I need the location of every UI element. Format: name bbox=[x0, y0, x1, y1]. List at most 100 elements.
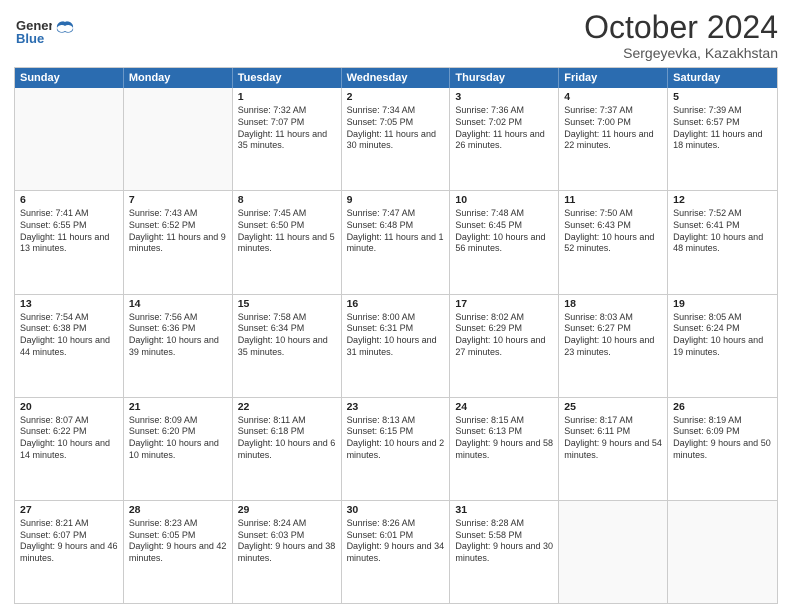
daylight: Daylight: 11 hours and 22 minutes. bbox=[564, 129, 662, 152]
sunset: Sunset: 7:07 PM bbox=[238, 117, 336, 129]
sunrise: Sunrise: 8:15 AM bbox=[455, 415, 553, 427]
sunrise: Sunrise: 8:00 AM bbox=[347, 312, 445, 324]
sunset: Sunset: 6:03 PM bbox=[238, 530, 336, 542]
calendar-cell: 10 Sunrise: 7:48 AMSunset: 6:45 PMDayligh… bbox=[450, 191, 559, 293]
sunset: Sunset: 6:50 PM bbox=[238, 220, 336, 232]
daylight: Daylight: 10 hours and 23 minutes. bbox=[564, 335, 662, 358]
calendar-cell: 29Sunrise: 8:24 AMSunset: 6:03 PMDayligh… bbox=[233, 501, 342, 603]
daylight: Daylight: 9 hours and 54 minutes. bbox=[564, 438, 662, 461]
sunset: Sunset: 7:00 PM bbox=[564, 117, 662, 129]
calendar-cell: 6Sunrise: 7:41 AMSunset: 6:55 PMDaylight… bbox=[15, 191, 124, 293]
daylight: Daylight: 11 hours and 26 minutes. bbox=[455, 129, 553, 152]
daylight: Daylight: 11 hours and 35 minutes. bbox=[238, 129, 336, 152]
daylight: Daylight: 11 hours and 13 minutes. bbox=[20, 232, 118, 255]
header-saturday: Saturday bbox=[668, 68, 777, 88]
calendar-week-1: 1Sunrise: 7:32 AMSunset: 7:07 PMDaylight… bbox=[15, 88, 777, 190]
calendar-cell: 9Sunrise: 7:47 AMSunset: 6:48 PMDaylight… bbox=[342, 191, 451, 293]
day-number: 15 bbox=[238, 298, 336, 310]
daylight: Daylight: 9 hours and 30 minutes. bbox=[455, 541, 553, 564]
day-number: 27 bbox=[20, 504, 118, 516]
header-wednesday: Wednesday bbox=[342, 68, 451, 88]
calendar-cell: 21Sunrise: 8:09 AMSunset: 6:20 PMDayligh… bbox=[124, 398, 233, 500]
daylight: Daylight: 9 hours and 46 minutes. bbox=[20, 541, 118, 564]
logo-icon: General Blue bbox=[14, 10, 52, 48]
sunrise: Sunrise: 7:37 AM bbox=[564, 105, 662, 117]
daylight: Daylight: 10 hours and 10 minutes. bbox=[129, 438, 227, 461]
calendar-cell bbox=[124, 88, 233, 190]
sunset: Sunset: 6:34 PM bbox=[238, 323, 336, 335]
sunrise: Sunrise: 8:19 AM bbox=[673, 415, 772, 427]
sunset: Sunset: 6:11 PM bbox=[564, 426, 662, 438]
day-number: 4 bbox=[564, 91, 662, 103]
calendar-cell: 1 Sunrise: 7:32 AMSunset: 7:07 PMDaylight… bbox=[233, 88, 342, 190]
day-number: 10 bbox=[455, 194, 553, 206]
calendar-cell: 3Sunrise: 7:36 AMSunset: 7:02 PMDaylight… bbox=[450, 88, 559, 190]
sunset: Sunset: 6:45 PM bbox=[455, 220, 553, 232]
calendar-cell: 12Sunrise: 7:52 AMSunset: 6:41 PMDayligh… bbox=[668, 191, 777, 293]
daylight: Daylight: 11 hours and 9 minutes. bbox=[129, 232, 227, 255]
sunrise: Sunrise: 8:05 AM bbox=[673, 312, 772, 324]
header-friday: Friday bbox=[559, 68, 668, 88]
page: General Blue October 2024 Sergeyevka, Ka… bbox=[0, 0, 792, 612]
sunrise: Sunrise: 7:48 AM bbox=[455, 208, 553, 220]
calendar-cell bbox=[559, 501, 668, 603]
calendar-cell: 13Sunrise: 7:54 AMSunset: 6:38 PMDayligh… bbox=[15, 295, 124, 397]
day-number: 17 bbox=[455, 298, 553, 310]
calendar-cell: 11Sunrise: 7:50 AMSunset: 6:43 PMDayligh… bbox=[559, 191, 668, 293]
daylight: Daylight: 10 hours and 44 minutes. bbox=[20, 335, 118, 358]
sunset: Sunset: 5:58 PM bbox=[455, 530, 553, 542]
svg-text:Blue: Blue bbox=[16, 31, 44, 46]
logo-bird-icon bbox=[54, 18, 76, 40]
sunrise: Sunrise: 8:03 AM bbox=[564, 312, 662, 324]
sunset: Sunset: 6:05 PM bbox=[129, 530, 227, 542]
sunset: Sunset: 6:43 PM bbox=[564, 220, 662, 232]
day-number: 21 bbox=[129, 401, 227, 413]
day-number: 5 bbox=[673, 91, 772, 103]
calendar-cell: 8 Sunrise: 7:45 AMSunset: 6:50 PMDaylight… bbox=[233, 191, 342, 293]
daylight: Daylight: 10 hours and 48 minutes. bbox=[673, 232, 772, 255]
sunset: Sunset: 6:38 PM bbox=[20, 323, 118, 335]
daylight: Daylight: 9 hours and 42 minutes. bbox=[129, 541, 227, 564]
sunrise: Sunrise: 7:52 AM bbox=[673, 208, 772, 220]
daylight: Daylight: 9 hours and 58 minutes. bbox=[455, 438, 553, 461]
day-number: 8 bbox=[238, 194, 336, 206]
sunrise: Sunrise: 8:28 AM bbox=[455, 518, 553, 530]
header-thursday: Thursday bbox=[450, 68, 559, 88]
calendar-week-4: 20Sunrise: 8:07 AMSunset: 6:22 PMDayligh… bbox=[15, 397, 777, 500]
calendar-header: Sunday Monday Tuesday Wednesday Thursday… bbox=[15, 68, 777, 88]
sunset: Sunset: 6:55 PM bbox=[20, 220, 118, 232]
daylight: Daylight: 10 hours and 31 minutes. bbox=[347, 335, 445, 358]
calendar-cell: 27Sunrise: 8:21 AMSunset: 6:07 PMDayligh… bbox=[15, 501, 124, 603]
calendar-cell: 18Sunrise: 8:03 AMSunset: 6:27 PMDayligh… bbox=[559, 295, 668, 397]
day-number: 30 bbox=[347, 504, 445, 516]
day-number: 7 bbox=[129, 194, 227, 206]
sunrise: Sunrise: 7:41 AM bbox=[20, 208, 118, 220]
daylight: Daylight: 10 hours and 56 minutes. bbox=[455, 232, 553, 255]
sunrise: Sunrise: 8:02 AM bbox=[455, 312, 553, 324]
day-number: 31 bbox=[455, 504, 553, 516]
sunrise: Sunrise: 8:11 AM bbox=[238, 415, 336, 427]
day-number: 13 bbox=[20, 298, 118, 310]
sunset: Sunset: 6:29 PM bbox=[455, 323, 553, 335]
day-number: 18 bbox=[564, 298, 662, 310]
calendar-cell bbox=[15, 88, 124, 190]
sunrise: Sunrise: 7:45 AM bbox=[238, 208, 336, 220]
calendar-cell: 23Sunrise: 8:13 AMSunset: 6:15 PMDayligh… bbox=[342, 398, 451, 500]
calendar-cell: 19Sunrise: 8:05 AMSunset: 6:24 PMDayligh… bbox=[668, 295, 777, 397]
calendar-cell: 17Sunrise: 8:02 AMSunset: 6:29 PMDayligh… bbox=[450, 295, 559, 397]
location: Sergeyevka, Kazakhstan bbox=[584, 45, 778, 61]
sunrise: Sunrise: 7:39 AM bbox=[673, 105, 772, 117]
day-number: 12 bbox=[673, 194, 772, 206]
sunset: Sunset: 6:52 PM bbox=[129, 220, 227, 232]
daylight: Daylight: 10 hours and 2 minutes. bbox=[347, 438, 445, 461]
sunset: Sunset: 6:07 PM bbox=[20, 530, 118, 542]
sunrise: Sunrise: 7:32 AM bbox=[238, 105, 336, 117]
sunrise: Sunrise: 7:58 AM bbox=[238, 312, 336, 324]
day-number: 1 bbox=[238, 91, 336, 103]
daylight: Daylight: 11 hours and 5 minutes. bbox=[238, 232, 336, 255]
daylight: Daylight: 10 hours and 19 minutes. bbox=[673, 335, 772, 358]
calendar-cell: 20Sunrise: 8:07 AMSunset: 6:22 PMDayligh… bbox=[15, 398, 124, 500]
day-number: 16 bbox=[347, 298, 445, 310]
header-monday: Monday bbox=[124, 68, 233, 88]
sunrise: Sunrise: 7:56 AM bbox=[129, 312, 227, 324]
